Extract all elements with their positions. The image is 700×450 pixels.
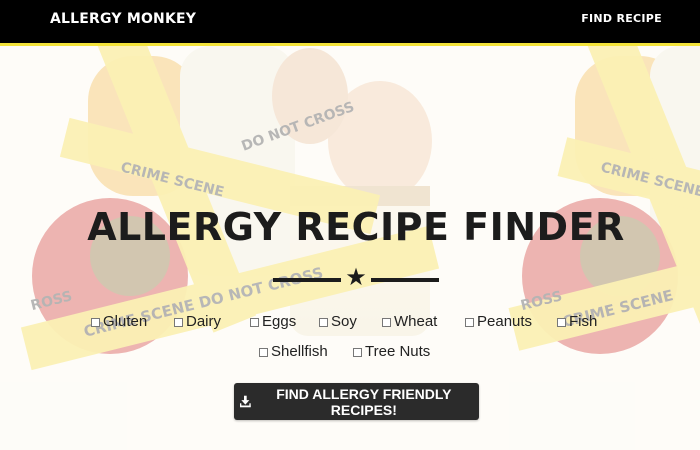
allergen-label: Dairy (186, 313, 222, 330)
find-recipes-button[interactable]: FIND ALLERGY FRIENDLY RECIPES! (234, 383, 479, 420)
checkbox[interactable] (382, 318, 391, 327)
brand-logo[interactable]: ALLERGY MONKEY (50, 11, 196, 27)
allergen-option-shellfish[interactable]: Shellfish (259, 343, 328, 360)
allergen-option-tree-nuts[interactable]: Tree Nuts (353, 343, 430, 360)
allergen-label: Fish (569, 313, 598, 330)
checkbox[interactable] (174, 318, 183, 327)
checkbox[interactable] (353, 348, 362, 357)
allergen-label: Soy (331, 313, 357, 330)
allergen-option-peanuts[interactable]: Peanuts (465, 313, 532, 330)
checkbox[interactable] (465, 318, 474, 327)
allergen-option-fish[interactable]: Fish (557, 313, 597, 330)
checkbox[interactable] (319, 318, 328, 327)
top-navbar: ALLERGY MONKEY FIND RECIPE (0, 0, 700, 46)
checkbox[interactable] (557, 318, 566, 327)
allergen-option-dairy[interactable]: Dairy (174, 313, 221, 330)
find-recipe-link[interactable]: FIND RECIPE (581, 12, 662, 25)
find-recipes-button-label: FIND ALLERGY FRIENDLY RECIPES! (276, 385, 452, 418)
allergen-option-gluten[interactable]: Gluten (91, 313, 147, 330)
download-icon (240, 395, 251, 408)
checkbox[interactable] (91, 318, 100, 327)
checkbox[interactable] (250, 318, 259, 327)
allergen-option-soy[interactable]: Soy (319, 313, 357, 330)
allergen-label: Wheat (394, 313, 438, 330)
allergen-label: Peanuts (477, 313, 533, 330)
allergen-label: Gluten (103, 313, 148, 330)
allergen-label: Shellfish (271, 343, 328, 360)
page-title: ALLERGY RECIPE FINDER (87, 205, 625, 249)
title-divider: ★ (273, 264, 439, 294)
allergen-option-wheat[interactable]: Wheat (382, 313, 437, 330)
checkbox[interactable] (259, 348, 268, 357)
allergen-label: Tree Nuts (365, 343, 431, 360)
allergen-option-eggs[interactable]: Eggs (250, 313, 296, 330)
star-icon: ★ (345, 264, 367, 291)
divider-line-left (273, 278, 341, 282)
allergen-label: Eggs (262, 313, 297, 330)
divider-line-right (371, 278, 439, 282)
